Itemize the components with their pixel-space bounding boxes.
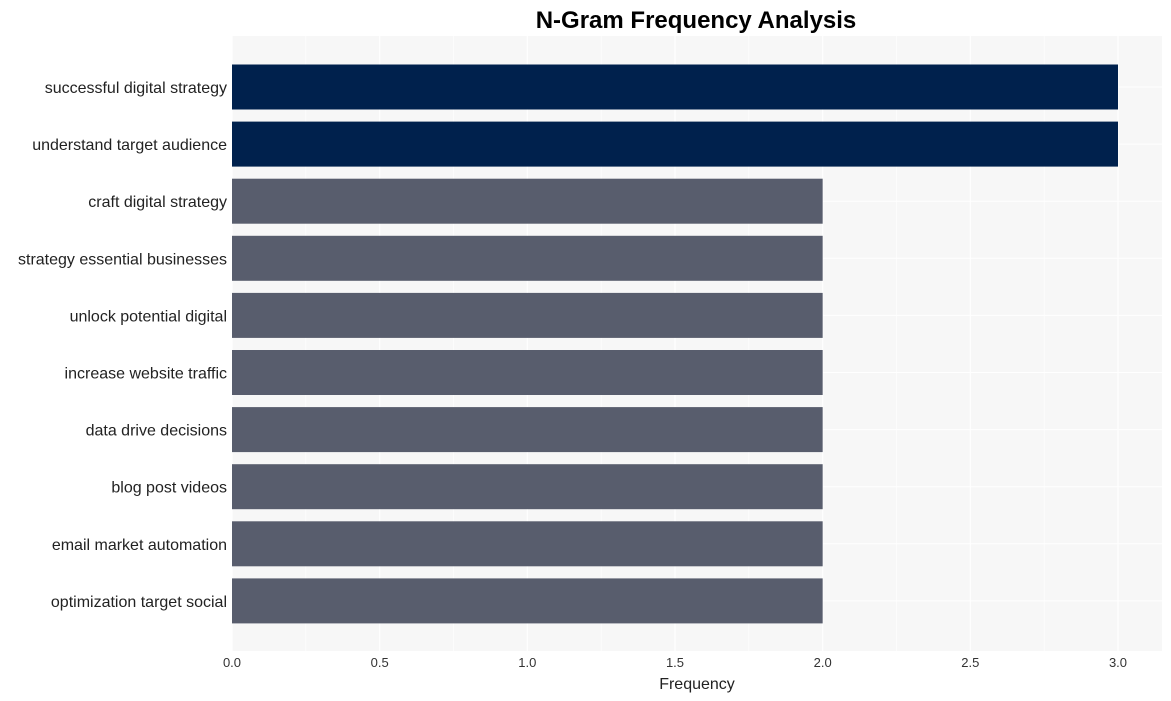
bar <box>232 407 823 453</box>
x-axis-ticks: 0.0 0.5 1.0 1.5 2.0 2.5 3.0 <box>223 655 1127 670</box>
y-tick-label: blog post videos <box>111 480 227 497</box>
x-tick-label: 2.0 <box>814 655 832 670</box>
x-tick-label: 1.5 <box>666 655 684 670</box>
y-tick-label: strategy essential businesses <box>18 251 227 268</box>
y-tick-label: data drive decisions <box>86 423 227 440</box>
x-axis-label: Frequency <box>659 676 735 693</box>
y-tick-label: understand target audience <box>32 137 227 154</box>
x-tick-label: 3.0 <box>1109 655 1127 670</box>
bar <box>232 521 823 567</box>
bar <box>232 235 823 281</box>
y-tick-label: increase website traffic <box>65 366 227 383</box>
y-axis-labels: successful digital strategy understand ta… <box>18 80 227 611</box>
bar <box>232 178 823 224</box>
chart-title: N-Gram Frequency Analysis <box>536 7 857 34</box>
ngram-bar-chart: N-Gram Frequency Analysis successful dig… <box>18 7 1162 693</box>
x-tick-label: 0.0 <box>223 655 241 670</box>
y-tick-label: unlock potential digital <box>70 308 227 325</box>
bar <box>232 578 823 624</box>
bar <box>232 292 823 338</box>
y-tick-label: successful digital strategy <box>45 80 227 97</box>
x-tick-label: 2.5 <box>961 655 979 670</box>
y-tick-label: optimization target social <box>51 594 227 611</box>
bar <box>232 64 1118 110</box>
x-tick-label: 1.0 <box>518 655 536 670</box>
y-tick-label: craft digital strategy <box>88 194 227 211</box>
bar <box>232 464 823 510</box>
x-tick-label: 0.5 <box>371 655 389 670</box>
bar <box>232 350 823 395</box>
y-tick-label: email market automation <box>52 537 227 554</box>
bar <box>232 121 1118 167</box>
